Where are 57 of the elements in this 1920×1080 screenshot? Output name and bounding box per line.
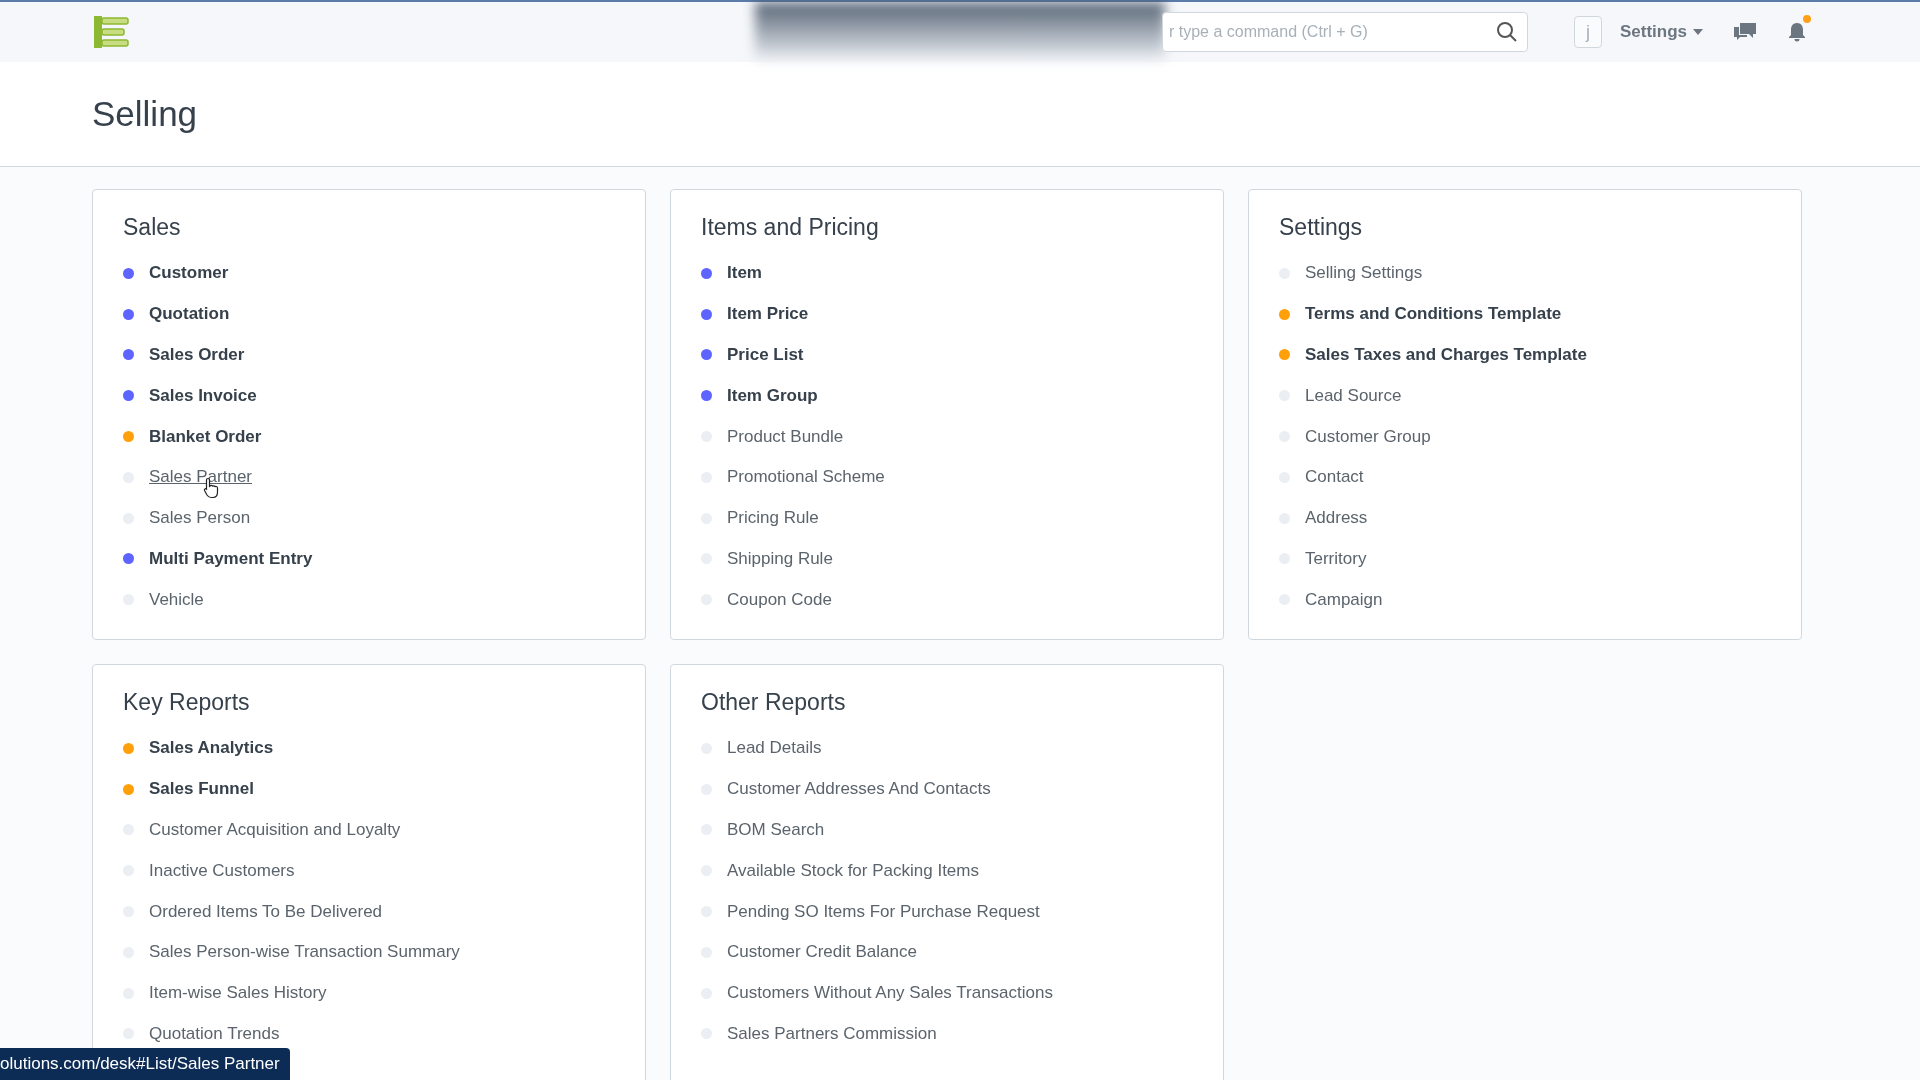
- card-title: Settings: [1279, 214, 1364, 241]
- module-link[interactable]: Coupon Code: [727, 589, 832, 610]
- module-link[interactable]: Ordered Items To Be Delivered: [149, 901, 383, 922]
- module-link[interactable]: Promotional Scheme: [727, 467, 885, 488]
- module-link[interactable]: Sales Funnel: [149, 779, 254, 800]
- page-title: Selling: [92, 94, 198, 134]
- module-link[interactable]: Customer Credit Balance: [727, 942, 917, 963]
- module-link[interactable]: Address: [1305, 508, 1368, 529]
- module-link[interactable]: Sales Partners Commission: [727, 1023, 937, 1044]
- module-link[interactable]: Sales Taxes and Charges Template: [1305, 345, 1587, 365]
- module-link[interactable]: Sales Person-wise Transaction Summary: [149, 942, 460, 963]
- logo-icon[interactable]: [92, 14, 130, 50]
- module-link[interactable]: Customer: [149, 263, 229, 284]
- module-link[interactable]: Vehicle: [149, 589, 204, 610]
- module-link[interactable]: Customer Group: [1305, 426, 1431, 447]
- module-link[interactable]: Lead Source: [1305, 385, 1402, 406]
- module-link[interactable]: Contact: [1305, 467, 1364, 488]
- module-link[interactable]: Inactive Customers: [149, 860, 295, 881]
- card-title: Other Reports: [701, 689, 847, 716]
- module-link[interactable]: Customer Acquisition and Loyalty: [149, 820, 401, 840]
- card-title: Sales: [123, 214, 182, 241]
- module-link[interactable]: Terms and Conditions Template: [1305, 304, 1562, 325]
- module-link[interactable]: BOM Search: [727, 820, 825, 840]
- module-link[interactable]: Product Bundle: [727, 426, 844, 447]
- caret-icon: [1693, 29, 1704, 35]
- module-link[interactable]: Available Stock for Packing Items: [727, 860, 979, 881]
- search-field[interactable]: r type a command (Ctrl + G): [1162, 12, 1528, 52]
- module-link[interactable]: Customers Without Any Sales Transactions: [727, 983, 1053, 1004]
- module-link[interactable]: Quotation Trends: [149, 1023, 280, 1044]
- module-link[interactable]: Lead Details: [727, 738, 822, 759]
- bell-icon[interactable]: [1787, 21, 1808, 43]
- status-url: olutions.com/desk#List/Sales Partner: [0, 1048, 290, 1080]
- module-link[interactable]: Territory: [1305, 548, 1367, 569]
- module-link[interactable]: Item Price: [727, 304, 809, 325]
- module-link[interactable]: Customer Addresses And Contacts: [727, 779, 991, 800]
- search-icon: [1496, 21, 1518, 43]
- module-link[interactable]: Selling Settings: [1305, 263, 1423, 284]
- module-link[interactable]: Blanket Order: [149, 426, 262, 447]
- module-link[interactable]: Sales Analytics: [149, 738, 274, 759]
- module-link[interactable]: Sales Order: [149, 345, 245, 365]
- module-link[interactable]: Price List: [727, 345, 804, 365]
- module-link[interactable]: Item-wise Sales History: [149, 983, 327, 1004]
- module-link[interactable]: Sales Invoice: [149, 385, 257, 406]
- module-link[interactable]: Pricing Rule: [727, 508, 819, 529]
- card-title: Items and Pricing: [701, 214, 880, 241]
- module-link[interactable]: Shipping Rule: [727, 548, 833, 569]
- module-link[interactable]: Quotation: [149, 304, 230, 325]
- module-link[interactable]: Item Group: [727, 385, 818, 406]
- module-link[interactable]: Multi Payment Entry: [149, 548, 313, 569]
- settings-dropdown[interactable]: Settings: [1620, 22, 1704, 42]
- module-link[interactable]: Item: [727, 263, 762, 284]
- module-link[interactable]: Sales Partner: [149, 467, 252, 488]
- module-link[interactable]: Pending SO Items For Purchase Request: [727, 901, 1040, 922]
- module-link[interactable]: Campaign: [1305, 589, 1383, 610]
- module-link[interactable]: Sales Person: [149, 508, 251, 529]
- chat-icon[interactable]: [1733, 22, 1758, 42]
- card-title: Key Reports: [123, 689, 251, 716]
